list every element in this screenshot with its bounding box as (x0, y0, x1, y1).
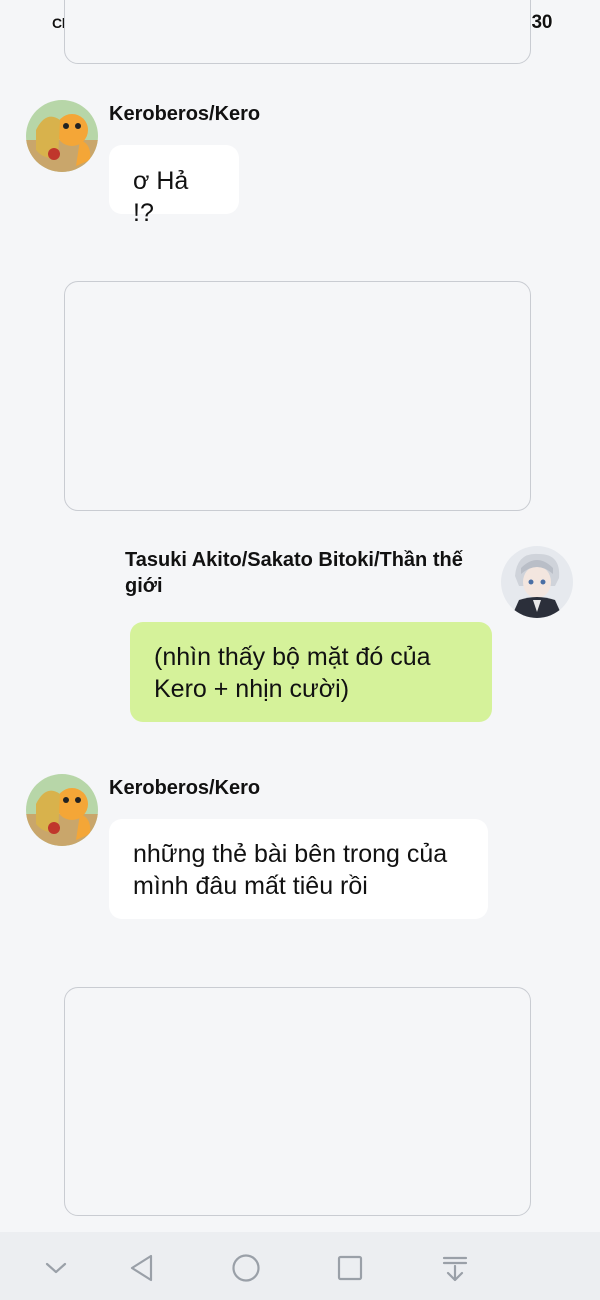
avatar-kero[interactable] (26, 100, 98, 172)
sender-name: Tasuki Akito/Sakato Bitoki/Thần thế giới (125, 549, 463, 597)
tasuki-avatar-image (501, 546, 573, 618)
image-frame (64, 0, 531, 64)
sender-name: Keroberos/Kero (109, 777, 261, 799)
back-triangle-icon[interactable] (124, 1250, 160, 1286)
kero-avatar-image (26, 100, 98, 172)
message-bubble[interactable]: (nhìn thấy bộ mặt đó của Kero + nhịn cườ… (130, 622, 492, 722)
message-bubble[interactable]: những thẻ bài bên trong của mình đâu mất… (109, 819, 488, 919)
avatar-kero[interactable] (26, 774, 98, 846)
recents-square-icon[interactable] (332, 1250, 368, 1286)
scroll-to-bottom-icon[interactable] (437, 1250, 473, 1286)
message-bubble[interactable]: ơ Hả !? (109, 145, 239, 227)
navigation-bar (0, 1232, 600, 1300)
image-frame (64, 281, 531, 511)
kero-avatar-image (26, 774, 98, 846)
sender-name: Keroberos/Kero (109, 103, 261, 125)
home-circle-icon[interactable] (228, 1250, 264, 1286)
chevron-down-icon[interactable] (38, 1250, 74, 1286)
image-frame (64, 987, 531, 1216)
avatar-tasuki[interactable] (501, 546, 573, 618)
